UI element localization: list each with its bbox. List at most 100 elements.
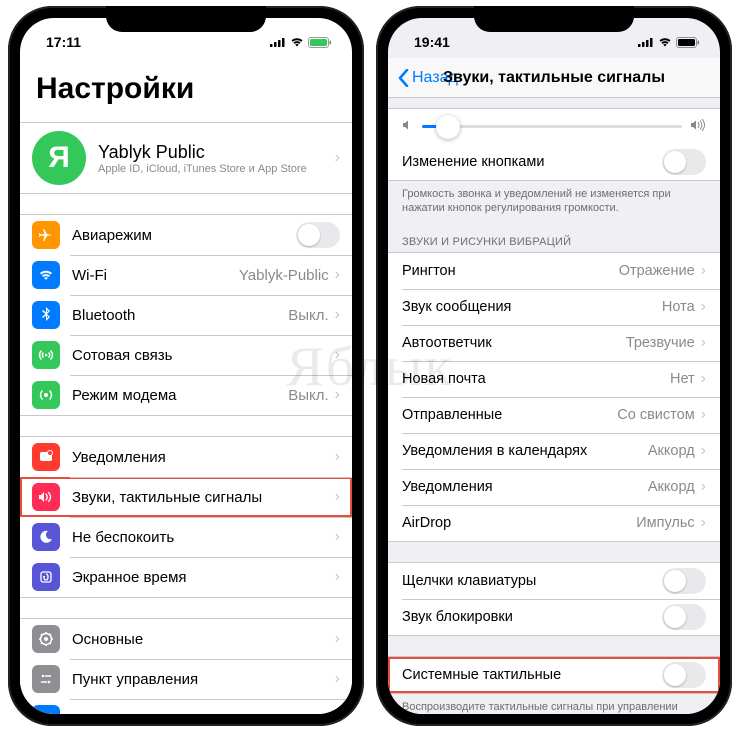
row-label: Не беспокоить bbox=[72, 529, 335, 546]
notch bbox=[106, 6, 266, 32]
sound-row[interactable]: ОтправленныеСо свистом› bbox=[388, 397, 720, 433]
change-with-buttons-row[interactable]: Изменение кнопками bbox=[388, 144, 720, 180]
row-label: Основные bbox=[72, 631, 335, 648]
volume-slider[interactable] bbox=[422, 125, 682, 128]
status-time: 19:41 bbox=[414, 34, 450, 50]
notifications-icon bbox=[32, 443, 60, 471]
chevron-icon: › bbox=[335, 489, 340, 505]
speaker-low-icon bbox=[402, 119, 414, 134]
bluetooth-icon bbox=[32, 301, 60, 329]
row-value: Трезвучие bbox=[626, 335, 695, 351]
toggle-switch[interactable] bbox=[662, 568, 706, 594]
row-label: AirDrop bbox=[402, 515, 636, 531]
signal-icon bbox=[638, 37, 654, 47]
speaker-high-icon bbox=[690, 119, 706, 134]
sounds-section-header: ЗВУКИ И РИСУНКИ ВИБРАЦИЙ bbox=[388, 220, 720, 252]
settings-row-control[interactable]: Пункт управления› bbox=[20, 659, 352, 699]
sound-row[interactable]: Уведомления в календаряхАккорд› bbox=[388, 433, 720, 469]
settings-row-airplane[interactable]: Авиарежим bbox=[20, 215, 352, 255]
row-value: Нет bbox=[670, 371, 695, 387]
airplane-icon bbox=[32, 221, 60, 249]
chevron-icon: › bbox=[335, 347, 340, 363]
chevron-icon: › bbox=[335, 671, 340, 687]
nav-title: Звуки, тактильные сигналы bbox=[443, 69, 665, 87]
settings-row-bluetooth[interactable]: BluetoothВыкл.› bbox=[20, 295, 352, 335]
profile-sub: Apple ID, iCloud, iTunes Store и App Sto… bbox=[98, 163, 335, 175]
row-value: Импульс bbox=[636, 515, 694, 531]
avatar: Я bbox=[32, 131, 86, 185]
settings-row-hotspot[interactable]: Режим модемаВыкл. › bbox=[20, 375, 352, 415]
chevron-icon: › bbox=[335, 569, 340, 585]
settings-row-general[interactable]: Основные› bbox=[20, 619, 352, 659]
sound-row[interactable]: AirDropИмпульс › bbox=[388, 505, 720, 541]
chevron-icon: › bbox=[701, 479, 706, 495]
chevron-icon: › bbox=[701, 371, 706, 387]
row-label: Wi-Fi bbox=[72, 267, 239, 284]
settings-row-screentime[interactable]: Экранное время› bbox=[20, 557, 352, 597]
profile-row[interactable]: Я Yablyk Public Apple ID, iCloud, iTunes… bbox=[20, 123, 352, 193]
sound-row[interactable]: Звук сообщенияНота› bbox=[388, 289, 720, 325]
settings-row-wifi[interactable]: Wi-FiYablyk-Public› bbox=[20, 255, 352, 295]
chevron-icon: › bbox=[701, 407, 706, 423]
row-label: Звук сообщения bbox=[402, 299, 662, 315]
status-indicators bbox=[270, 37, 332, 48]
system-haptics-row[interactable]: Системные тактильные bbox=[388, 657, 720, 693]
phone-right: 19:41 Назад Звуки, тактильные сигналы bbox=[376, 6, 732, 726]
row-label: Экранное время bbox=[72, 569, 335, 586]
row-label: Новая почта bbox=[402, 371, 670, 387]
settings-row-sounds[interactable]: Звуки, тактильные сигналы› bbox=[20, 477, 352, 517]
chevron-icon: › bbox=[701, 335, 706, 351]
chevron-icon: › bbox=[335, 631, 340, 647]
row-label: Сотовая связь bbox=[72, 347, 329, 364]
dnd-icon bbox=[32, 523, 60, 551]
row-label: Экран и яркость bbox=[72, 711, 335, 715]
sound-row[interactable]: УведомленияАккорд› bbox=[388, 469, 720, 505]
settings-row-display[interactable]: AAЭкран и яркость› bbox=[20, 699, 352, 714]
chevron-icon: › bbox=[701, 299, 706, 315]
row-label: Уведомления bbox=[72, 449, 335, 466]
row-label: Режим модема bbox=[72, 387, 288, 404]
toggle-row[interactable]: Звук блокировки bbox=[388, 599, 720, 635]
toggle-row[interactable]: Щелчки клавиатуры bbox=[388, 563, 720, 599]
sounds-icon bbox=[32, 483, 60, 511]
row-value: Выкл. bbox=[288, 387, 328, 404]
status-indicators bbox=[638, 37, 700, 48]
chevron-icon: › bbox=[335, 387, 340, 403]
sound-row[interactable]: РингтонОтражение› bbox=[388, 253, 720, 289]
settings-row-cellular[interactable]: Сотовая связь › bbox=[20, 335, 352, 375]
row-label: Уведомления bbox=[402, 479, 648, 495]
row-value: Отражение bbox=[619, 263, 695, 279]
toggle-switch[interactable] bbox=[296, 222, 340, 248]
chevron-icon: › bbox=[701, 443, 706, 459]
volume-slider-row[interactable] bbox=[388, 109, 720, 144]
row-value: Аккорд bbox=[648, 443, 695, 459]
screentime-icon bbox=[32, 563, 60, 591]
cellular-icon bbox=[32, 341, 60, 369]
toggle-switch[interactable] bbox=[662, 604, 706, 630]
chevron-icon: › bbox=[701, 515, 706, 531]
sound-row[interactable]: АвтоответчикТрезвучие › bbox=[388, 325, 720, 361]
sound-row[interactable]: Новая почтаНет › bbox=[388, 361, 720, 397]
wifi-icon bbox=[290, 37, 304, 47]
phone-left: 17:11 Настройки Я Yablyk Public Apple ID… bbox=[8, 6, 364, 726]
toggle-switch[interactable] bbox=[662, 149, 706, 175]
haptics-footer: Воспроизводите тактильные сигналы при уп… bbox=[388, 694, 720, 714]
chevron-icon: › bbox=[335, 529, 340, 545]
nav-bar: Назад Звуки, тактильные сигналы bbox=[388, 58, 720, 98]
chevron-icon: › bbox=[335, 449, 340, 465]
row-value: Yablyk-Public bbox=[239, 267, 329, 284]
page-title: Настройки bbox=[20, 58, 352, 116]
toggle-switch[interactable] bbox=[662, 662, 706, 688]
row-label: Звуки, тактильные сигналы bbox=[72, 489, 335, 506]
settings-row-notifications[interactable]: Уведомления› bbox=[20, 437, 352, 477]
row-label: Рингтон bbox=[402, 263, 619, 279]
row-label: Пункт управления bbox=[72, 671, 335, 688]
notch bbox=[474, 6, 634, 32]
row-label: Звук блокировки bbox=[402, 609, 662, 625]
row-value: Со свистом bbox=[617, 407, 694, 423]
status-time: 17:11 bbox=[46, 34, 81, 50]
row-label: Автоответчик bbox=[402, 335, 626, 351]
settings-row-dnd[interactable]: Не беспокоить› bbox=[20, 517, 352, 557]
volume-footer: Громкость звонка и уведомлений не изменя… bbox=[388, 181, 720, 220]
chevron-icon: › bbox=[335, 307, 340, 323]
